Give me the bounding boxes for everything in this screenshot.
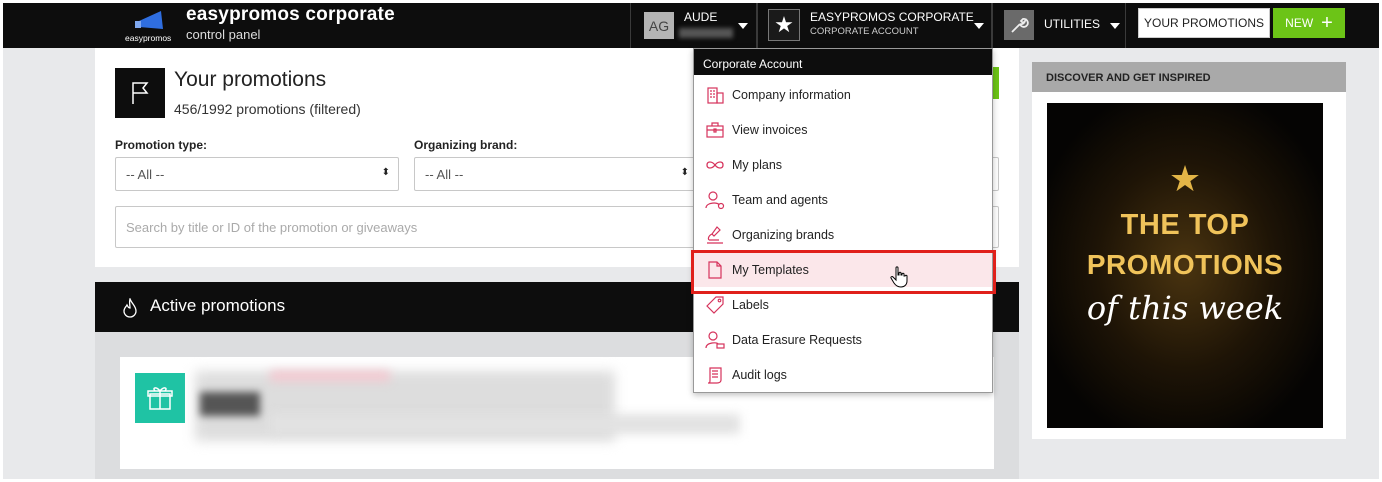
menu-item-label: Company information — [732, 88, 851, 102]
banner-line-1: THE TOP — [1120, 209, 1250, 241]
utilities-label: UTILITIES — [1044, 17, 1101, 31]
menu-item-audit-logs[interactable]: Audit logs — [694, 357, 992, 392]
menu-item-view-invoices[interactable]: View invoices — [694, 112, 992, 147]
user-gear-icon — [705, 191, 725, 210]
stamp-icon — [707, 226, 723, 244]
top-bar: easypromos easypromos corporate control … — [3, 3, 1379, 48]
promotion-type-select[interactable]: -- All -- ⬍ — [115, 157, 399, 191]
chevron-down-icon — [974, 23, 984, 29]
banner-line-3: of this week — [1086, 289, 1284, 327]
page-title: Your promotions — [174, 68, 327, 91]
menu-item-label: Team and agents — [732, 193, 828, 207]
gift-icon — [135, 373, 185, 423]
new-label: NEW — [1285, 16, 1314, 30]
star-icon: ★ — [768, 9, 800, 41]
logo[interactable]: easypromos — [123, 7, 179, 45]
utilities-menu[interactable]: UTILITIES — [992, 3, 1126, 48]
select-arrow-icon: ⬍ — [680, 167, 689, 178]
flame-icon — [123, 298, 137, 318]
menu-item-organizing-brands[interactable]: Organizing brands — [694, 217, 992, 252]
menu-item-label: Audit logs — [732, 368, 787, 382]
app-frame: easypromos easypromos corporate control … — [3, 3, 1379, 479]
top-promotions-banner[interactable]: ★ THE TOP PROMOTIONS of this week — [1047, 103, 1323, 428]
inspiration-sidebar: DISCOVER AND GET INSPIRED ★ THE TOP PROM… — [1032, 62, 1346, 439]
tag-icon — [706, 296, 724, 314]
dropdown-heading: Corporate Account — [694, 49, 992, 75]
organizing-brand-value: -- All -- — [425, 167, 464, 182]
your-promotions-button[interactable]: YOUR PROMOTIONS — [1138, 8, 1270, 38]
chevron-down-icon — [1110, 23, 1120, 29]
account-name: EASYPROMOS CORPORATE — [810, 10, 974, 24]
promotions-count: 456/1992 promotions (filtered) — [174, 101, 361, 117]
hand-cursor-icon — [890, 266, 908, 288]
new-promotion-button[interactable]: NEW + — [1273, 8, 1345, 38]
highlight-frame — [691, 250, 996, 294]
user-menu[interactable]: AG AUDE — [630, 3, 757, 48]
menu-item-label: Organizing brands — [732, 228, 835, 242]
promotion-thumb-redacted — [200, 392, 260, 416]
briefcase-icon — [706, 122, 724, 138]
menu-item-my-plans[interactable]: My plans — [694, 147, 992, 182]
menu-item-label: Data Erasure Requests — [732, 333, 862, 347]
avatar: AG — [644, 12, 674, 39]
active-promotions-title: Active promotions — [150, 296, 286, 315]
user-name-redacted — [679, 28, 733, 38]
wrench-icon — [1004, 10, 1034, 40]
brand-title: easypromos corporate — [186, 4, 395, 25]
logo-text: easypromos — [125, 33, 171, 43]
sidebar-heading: DISCOVER AND GET INSPIRED — [1032, 62, 1346, 92]
building-icon — [707, 87, 724, 104]
star-icon: ★ — [1168, 158, 1202, 199]
infinity-icon — [706, 161, 724, 169]
promotion-tag-redacted — [270, 371, 390, 381]
menu-item-label: Labels — [732, 298, 769, 312]
promotion-type-label: Promotion type: — [115, 138, 207, 152]
corporate-account-dropdown: Corporate Account Company information Vi… — [693, 48, 993, 393]
promotion-details-redacted — [270, 414, 740, 434]
organizing-brand-select[interactable]: -- All -- ⬍ — [414, 157, 698, 191]
menu-item-company-information[interactable]: Company information — [694, 77, 992, 112]
promotion-type-value: -- All -- — [126, 167, 165, 182]
account-type: CORPORATE ACCOUNT — [810, 26, 919, 37]
scroll-icon — [707, 367, 722, 384]
chevron-down-icon — [738, 23, 748, 29]
brand-subtitle: control panel — [186, 27, 261, 42]
account-menu[interactable]: ★ EASYPROMOS CORPORATE CORPORATE ACCOUNT — [757, 3, 992, 48]
megaphone-icon: easypromos — [125, 11, 171, 43]
menu-item-label: My plans — [732, 158, 783, 172]
menu-item-team-and-agents[interactable]: Team and agents — [694, 182, 992, 217]
user-name: AUDE — [684, 10, 718, 24]
user-erase-icon — [705, 331, 725, 349]
plus-icon: + — [1321, 12, 1333, 34]
organizing-brand-label: Organizing brand: — [414, 138, 518, 152]
select-arrow-icon: ⬍ — [381, 167, 390, 178]
banner-line-2: PROMOTIONS — [1086, 249, 1284, 280]
menu-item-label: View invoices — [732, 123, 808, 137]
flag-icon — [115, 68, 165, 118]
menu-item-data-erasure-requests[interactable]: Data Erasure Requests — [694, 322, 992, 357]
